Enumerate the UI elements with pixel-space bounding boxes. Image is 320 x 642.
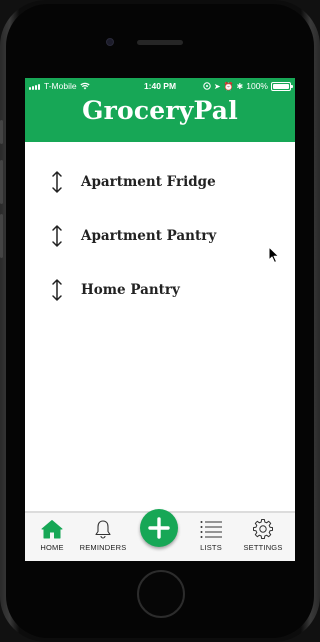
front-camera	[106, 38, 114, 46]
bell-icon	[95, 520, 111, 539]
list-item-label: Apartment Fridge	[81, 174, 216, 190]
gear-icon	[253, 519, 273, 539]
home-icon	[41, 520, 63, 539]
status-bar: T-Mobile 1:40 PM ➤ ⏰ ✱ 100%	[25, 78, 295, 94]
alarm-icon: ⏰	[223, 81, 234, 91]
list-item[interactable]: Home Pantry	[25, 264, 295, 318]
bluetooth-icon: ✱	[236, 81, 244, 91]
list-item[interactable]: Apartment Pantry	[25, 210, 295, 264]
battery-icon	[271, 81, 293, 91]
volume-down-button	[0, 214, 3, 258]
tab-lists[interactable]: LISTS	[193, 519, 229, 552]
list-item-label: Home Pantry	[81, 282, 180, 298]
tab-reminders[interactable]: REMINDERS	[79, 519, 127, 552]
location-icon	[203, 82, 211, 90]
grocery-lists: Apartment Fridge Apartment Pantry Home P…	[25, 156, 295, 318]
mouse-cursor-icon	[268, 246, 279, 263]
app-title: GroceryPal	[82, 96, 238, 125]
reorder-arrows-icon[interactable]	[50, 224, 64, 248]
mute-switch	[0, 120, 3, 144]
tab-settings-label: SETTINGS	[243, 543, 283, 552]
list-icon	[200, 521, 222, 538]
tab-lists-label: LISTS	[200, 543, 222, 552]
app-screen: T-Mobile 1:40 PM ➤ ⏰ ✱ 100% GroceryPal A…	[25, 78, 295, 561]
add-list-button[interactable]	[140, 509, 178, 547]
earpiece-speaker	[137, 40, 183, 45]
battery-percent: 100%	[246, 81, 268, 91]
list-item-label: Apartment Pantry	[81, 228, 217, 244]
tab-reminders-label: REMINDERS	[79, 543, 127, 552]
app-header: T-Mobile 1:40 PM ➤ ⏰ ✱ 100% GroceryPal	[25, 78, 295, 142]
tab-settings[interactable]: SETTINGS	[241, 519, 285, 552]
tab-home-label: HOME	[40, 543, 64, 552]
list-item[interactable]: Apartment Fridge	[25, 156, 295, 210]
plus-icon	[148, 517, 170, 539]
navigation-arrow-icon: ➤	[213, 81, 221, 91]
reorder-arrows-icon[interactable]	[50, 170, 64, 194]
tab-home[interactable]: HOME	[33, 519, 71, 552]
reorder-arrows-icon[interactable]	[50, 278, 64, 302]
home-hardware-button[interactable]	[137, 570, 185, 618]
volume-up-button	[0, 160, 3, 204]
